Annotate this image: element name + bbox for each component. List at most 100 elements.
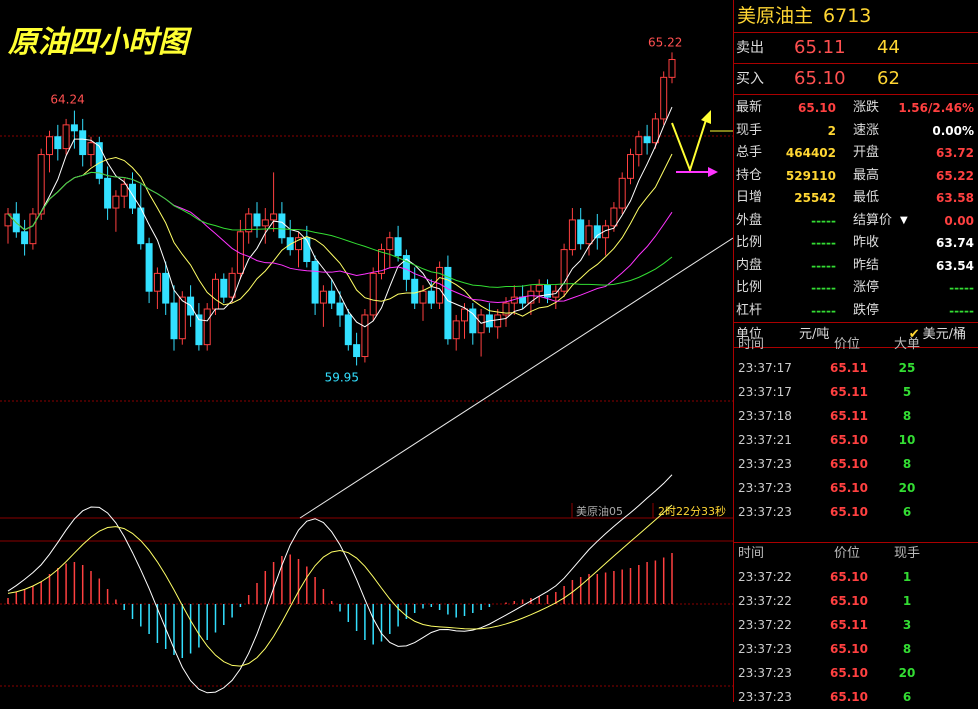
tick-volume: 6 <box>902 505 912 519</box>
tick-time: 23:37:23 <box>738 457 792 471</box>
stat-label: 开盘 <box>853 145 880 160</box>
stat-value: ----- <box>811 281 836 295</box>
stat-value: 63.72 <box>936 146 974 160</box>
stat-label: 总手 <box>736 145 763 160</box>
stat-value: 2 <box>827 123 836 138</box>
candle-body <box>386 237 394 251</box>
stat-label: 杠杆 <box>736 302 763 318</box>
tick-time: 23:37:18 <box>738 409 792 423</box>
tick-time: 23:37:17 <box>738 385 792 399</box>
stat-label[interactable]: 结算价 <box>853 210 892 232</box>
low-label: 59.95 <box>325 370 359 384</box>
instrument-name: 美原油主 <box>737 5 814 27</box>
dropdown-icon[interactable]: ▼ <box>900 210 908 232</box>
buy-label: 买入 <box>736 71 764 87</box>
candle-body <box>137 207 145 245</box>
tick-price: 65.11 <box>830 618 868 632</box>
candle-body <box>336 302 344 316</box>
candle-body <box>270 213 278 221</box>
stat-row: 比例 ----- 涨停 ----- <box>734 277 978 300</box>
buy-volume: 62 <box>877 68 900 89</box>
instrument-code: 6713 <box>823 5 872 27</box>
tick-price: 65.10 <box>830 481 868 495</box>
magenta-arrow-head-icon <box>708 167 718 177</box>
candle-body <box>610 207 618 227</box>
tick-volume: 5 <box>902 385 912 399</box>
stat-row: 比例 ----- 昨收 63.74 <box>734 232 978 255</box>
candle-body <box>328 290 336 304</box>
tick-time: 23:37:17 <box>738 361 792 375</box>
candle-body <box>585 225 593 245</box>
stat-row: 内盘 ----- 昨结 63.54 <box>734 255 978 278</box>
col-time: 时间 <box>738 337 765 352</box>
col-price: 价位 <box>834 337 861 352</box>
stat-value: 25542 <box>794 191 836 205</box>
tick-price: 65.10 <box>830 642 868 656</box>
stat-value: 464402 <box>785 146 836 160</box>
stat-value: ----- <box>811 303 836 318</box>
tick-volume: 8 <box>902 642 912 656</box>
sell-volume: 44 <box>877 37 900 58</box>
stat-label: 现手 <box>736 122 763 138</box>
col-time: 时间 <box>738 546 765 561</box>
stat-value: 63.74 <box>936 236 974 250</box>
big-order-header: 时间 价位 大单 <box>734 334 978 356</box>
tick-time: 23:37:23 <box>738 642 792 656</box>
tick-price: 65.10 <box>830 457 868 471</box>
candle-body <box>344 314 352 346</box>
chart-title: 原油四小时图 <box>8 25 193 60</box>
col-bigorder: 大单 <box>894 337 921 352</box>
quote-panel: 美原油主 6713 卖出 65.11 44 买入 65.10 62 最新 65.10… <box>733 0 978 704</box>
tick-row: 23:37:22 65.10 1 <box>734 589 978 613</box>
tick-volume: 1 <box>902 570 912 584</box>
candle-body <box>635 136 643 156</box>
forecast-arrow <box>671 119 707 174</box>
tick-volume: 1 <box>902 594 912 608</box>
stat-label: 比例 <box>736 280 763 295</box>
stat-label: 涨停 <box>853 280 880 295</box>
stat-value: 0.00% <box>932 123 974 138</box>
stat-value: 1.56/2.46% <box>898 101 974 115</box>
candle-body <box>452 320 460 340</box>
tick-time: 23:37:22 <box>738 618 792 632</box>
candle-body <box>54 136 62 150</box>
trend-line <box>299 237 733 519</box>
tick-time: 23:37:21 <box>738 433 792 447</box>
stat-label: 内盘 <box>736 257 763 273</box>
tick-price: 65.10 <box>830 594 868 608</box>
tick-volume: 8 <box>902 457 912 471</box>
stat-label: 最低 <box>853 190 880 205</box>
stat-value: 529110 <box>785 168 836 183</box>
stat-value: 63.58 <box>936 191 974 205</box>
candle-body <box>37 154 45 215</box>
candle-body <box>29 213 37 245</box>
col-volume: 现手 <box>894 546 921 561</box>
candle-body <box>651 118 659 144</box>
tick-row: 23:37:18 65.11 8 <box>734 404 978 428</box>
high-label: 64.24 <box>50 93 84 107</box>
candle-body <box>461 308 468 322</box>
candle-body <box>162 272 170 304</box>
candle-body <box>618 177 626 209</box>
stat-value: ----- <box>811 258 836 273</box>
tick-row: 23:37:23 65.10 20 <box>734 661 978 685</box>
candle-body <box>494 314 502 328</box>
buy-row: 买入 65.10 62 <box>734 64 978 95</box>
candle-body <box>79 130 87 156</box>
tick-row: 23:37:23 65.10 6 <box>734 685 978 709</box>
tick-row: 23:37:21 65.10 10 <box>734 428 978 452</box>
tick-volume: 20 <box>898 666 916 680</box>
tick-volume: 3 <box>902 618 912 632</box>
candle-body <box>46 136 53 156</box>
candle-body <box>477 314 485 334</box>
tick-row: 23:37:17 65.11 25 <box>734 356 978 380</box>
tick-row: 23:37:23 65.10 8 <box>734 452 978 476</box>
stat-value: ----- <box>949 303 974 318</box>
stat-row: 最新 65.10 涨跌 1.56/2.46% <box>734 97 978 120</box>
tick-price: 65.11 <box>830 409 868 423</box>
stat-row: 杠杆 ----- 跌停 ----- <box>734 300 978 323</box>
candle-body <box>21 231 29 245</box>
stat-row: 现手 2 速涨 0.00% <box>734 120 978 143</box>
candle-body <box>353 344 361 358</box>
sell-row: 卖出 65.11 44 <box>734 33 978 64</box>
